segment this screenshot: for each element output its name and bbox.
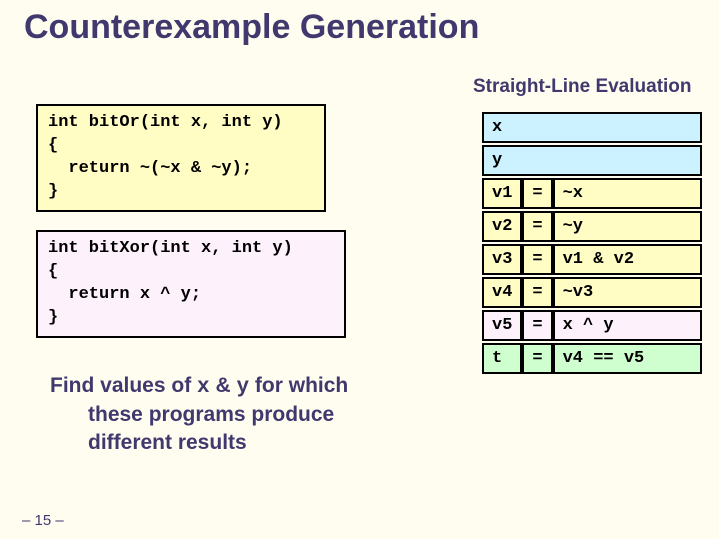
cell-var: t [482, 343, 522, 374]
cell-eq: = [522, 277, 552, 308]
cell-var: v3 [482, 244, 522, 275]
table-row: v5=x ^ y [482, 310, 702, 341]
cell-expr: x ^ y [553, 310, 702, 341]
cell-var: v1 [482, 178, 522, 209]
table-row: v4=~v3 [482, 277, 702, 308]
table-row: v1=~x [482, 178, 702, 209]
caption-mono-y: y [236, 376, 249, 399]
cell-expr: v1 & v2 [553, 244, 702, 275]
cell-eq: = [522, 244, 552, 275]
table-row: x [482, 112, 702, 143]
cell-eq: = [522, 211, 552, 242]
caption-line3: different results [50, 429, 380, 456]
cell-var: v2 [482, 211, 522, 242]
cell-var: x [482, 112, 702, 143]
caption-mono-x: x [197, 376, 210, 399]
table-row: v3=v1 & v2 [482, 244, 702, 275]
code-bitor: int bitOr(int x, int y) { return ~(~x & … [36, 104, 326, 212]
cell-var: y [482, 145, 702, 176]
cell-expr: ~v3 [553, 277, 702, 308]
caption-line2: these programs produce [50, 401, 380, 428]
cell-eq: = [522, 343, 552, 374]
cell-expr: v4 == v5 [553, 343, 702, 374]
caption-part: for which [249, 374, 348, 397]
caption-text: Find values of x & y for which these pro… [50, 372, 380, 456]
cell-var: v5 [482, 310, 522, 341]
eval-table: x y v1=~x v2=~y v3=v1 & v2 v4=~v3 v5=x ^… [482, 110, 702, 376]
slide-title: Counterexample Generation [24, 8, 479, 47]
caption-part: & [210, 374, 237, 397]
caption-part: Find values of [50, 374, 197, 397]
code-bitxor: int bitXor(int x, int y) { return x ^ y;… [36, 230, 346, 338]
cell-eq: = [522, 178, 552, 209]
table-row: t=v4 == v5 [482, 343, 702, 374]
page-number: – 15 – [22, 512, 64, 529]
table-row: v2=~y [482, 211, 702, 242]
table-row: y [482, 145, 702, 176]
cell-expr: ~x [553, 178, 702, 209]
cell-var: v4 [482, 277, 522, 308]
section-subtitle: Straight-Line Evaluation [473, 76, 692, 98]
cell-expr: ~y [553, 211, 702, 242]
cell-eq: = [522, 310, 552, 341]
